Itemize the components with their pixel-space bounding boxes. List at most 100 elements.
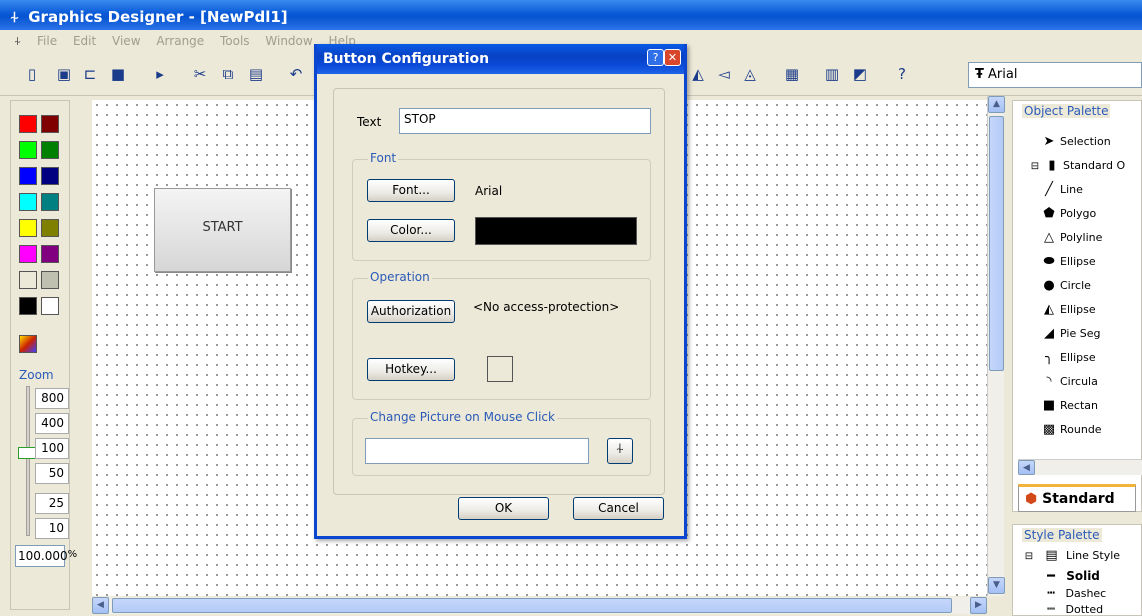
authorization-button[interactable]: Authorization xyxy=(367,300,455,323)
object-palette-item[interactable]: ⬬ Ellipse xyxy=(1041,251,1095,273)
browse-picture-icon[interactable]: ⍭ xyxy=(607,438,633,464)
color-swatch[interactable] xyxy=(19,271,37,289)
object-palette-item[interactable]: ⬟ Polygo xyxy=(1041,203,1096,225)
object-palette-item-label: Circle xyxy=(1060,279,1091,292)
object-palette-scrollbar[interactable]: ◀ xyxy=(1018,459,1142,475)
object-palette-item[interactable]: ◝ Circula xyxy=(1041,371,1097,393)
object-palette-item[interactable]: ⊟ ▮ Standard O xyxy=(1029,155,1125,177)
object-palette-item[interactable]: ■ Rectan xyxy=(1041,395,1098,417)
zoom-slider-track[interactable] xyxy=(26,386,30,536)
menu-window[interactable]: Window xyxy=(265,34,312,48)
scroll-left-icon[interactable]: ◀ xyxy=(92,597,109,614)
folder-icon: ▮ xyxy=(1048,158,1056,173)
help-pointer-icon[interactable]: ? xyxy=(892,63,912,85)
open-icon[interactable]: ⊏ xyxy=(80,63,100,85)
zoom-800[interactable]: 800 xyxy=(35,388,69,409)
color-swatch[interactable] xyxy=(19,245,37,263)
color-swatch[interactable] xyxy=(19,297,37,315)
ok-button[interactable]: OK xyxy=(458,497,549,520)
object-palette-item-label: Polyline xyxy=(1060,231,1103,244)
mirror-icon[interactable]: ◭ xyxy=(688,63,708,85)
new-icon[interactable]: ▯ xyxy=(22,63,42,85)
color-swatch[interactable] xyxy=(41,193,59,211)
color-swatch[interactable] xyxy=(41,141,59,159)
object-palette-item[interactable]: ◢ Pie Seg xyxy=(1041,323,1100,345)
scroll-down-icon[interactable]: ▼ xyxy=(988,577,1005,594)
color-swatch[interactable] xyxy=(19,115,37,133)
zoom-value: 100.000 xyxy=(18,549,68,563)
object-palette-item[interactable]: ╮ Ellipse xyxy=(1041,347,1096,369)
scroll-up-icon[interactable]: ▲ xyxy=(988,96,1005,113)
menu-tools[interactable]: Tools xyxy=(220,34,250,48)
picture-group-title: Change Picture on Mouse Click xyxy=(368,410,557,424)
zoom-400[interactable]: 400 xyxy=(35,413,69,434)
collapse-icon: ⊟ xyxy=(1024,551,1034,562)
object-palette-item[interactable]: △ Polyline xyxy=(1041,227,1102,249)
color-swatch[interactable] xyxy=(19,167,37,185)
tab-standard[interactable]: ⬢ Standard xyxy=(1018,484,1136,512)
zoom-25[interactable]: 25 xyxy=(35,493,69,514)
color-swatch[interactable] xyxy=(41,219,59,237)
hotkey-button[interactable]: Hotkey... xyxy=(367,358,455,381)
font-selector[interactable]: Ŧ Arial xyxy=(968,62,1142,88)
menu-view[interactable]: View xyxy=(112,34,140,48)
menu-arrange[interactable]: Arrange xyxy=(156,34,204,48)
undo-icon[interactable]: ↶ xyxy=(286,63,306,85)
canvas-horizontal-scrollbar[interactable]: ◀ ▶ xyxy=(92,597,987,614)
menu-edit[interactable]: Edit xyxy=(73,34,96,48)
operation-group-title: Operation xyxy=(368,270,432,284)
zoom-value-field[interactable]: 100.000% xyxy=(15,545,77,567)
new-template-icon[interactable]: ▣ xyxy=(54,63,74,85)
close-icon[interactable]: ✕ xyxy=(664,49,681,66)
paste-icon[interactable]: ▤ xyxy=(246,63,266,85)
object-palette-item[interactable]: ╱ Line xyxy=(1041,179,1083,201)
color-swatch[interactable] xyxy=(41,245,59,263)
font-button[interactable]: Font... xyxy=(367,179,455,202)
cut-icon[interactable]: ✂ xyxy=(190,63,210,85)
menu-app-icon[interactable]: ⍭ xyxy=(14,34,21,48)
color-swatch[interactable] xyxy=(41,297,59,315)
text-input[interactable]: STOP xyxy=(399,108,651,134)
library-icon[interactable]: ◩ xyxy=(850,63,870,85)
color-swatch[interactable] xyxy=(41,167,59,185)
rotate-icon[interactable]: ◅ xyxy=(714,63,734,85)
zoom-slider-thumb[interactable] xyxy=(18,447,36,459)
object-palette-item-label: Rectan xyxy=(1060,399,1098,412)
zoom-10[interactable]: 10 xyxy=(35,518,69,539)
style-dotted[interactable]: ┉ Dotted xyxy=(1043,599,1103,616)
color-swatch[interactable] xyxy=(41,271,59,289)
horizontal-scroll-thumb[interactable] xyxy=(112,598,952,613)
cancel-button[interactable]: Cancel xyxy=(573,497,664,520)
save-icon[interactable]: ■ xyxy=(108,63,128,85)
style-tree-line-style[interactable]: ⊟ ▤ Line Style xyxy=(1021,545,1120,567)
picture-input[interactable] xyxy=(365,438,589,464)
zoom-100[interactable]: 100 xyxy=(35,438,69,459)
run-icon[interactable]: ▸ xyxy=(150,63,170,85)
color-button[interactable]: Color... xyxy=(367,219,455,242)
color-swatch[interactable] xyxy=(19,219,37,237)
align-icon[interactable]: ◬ xyxy=(740,63,760,85)
copy-icon[interactable]: ⧉ xyxy=(218,63,238,85)
palette-scroll-left-icon[interactable]: ◀ xyxy=(1018,460,1035,475)
object-palette-title: Object Palette xyxy=(1022,104,1111,118)
collapse-icon[interactable]: ⊟ xyxy=(1029,156,1041,178)
object-palette-item[interactable]: ▩ Rounde xyxy=(1041,419,1102,441)
vertical-scroll-thumb[interactable] xyxy=(989,116,1004,371)
menu-file[interactable]: File xyxy=(37,34,57,48)
color-swatch[interactable] xyxy=(19,141,37,159)
properties-icon[interactable]: ▥ xyxy=(822,63,842,85)
start-button-object[interactable]: START xyxy=(154,188,291,272)
zoom-50[interactable]: 50 xyxy=(35,463,69,484)
scroll-right-icon[interactable]: ▶ xyxy=(970,597,987,614)
color-swatch[interactable] xyxy=(19,193,37,211)
ellipse-arc-icon: ╮ xyxy=(1045,350,1053,365)
object-palette-item[interactable]: ➤ Selection xyxy=(1041,131,1111,153)
object-palette-item[interactable]: ● Circle xyxy=(1041,275,1091,297)
dialog-title-bar[interactable]: Button Configuration xyxy=(317,44,684,74)
help-icon[interactable]: ? xyxy=(647,49,664,66)
color-swatch[interactable] xyxy=(41,115,59,133)
canvas-vertical-scrollbar[interactable]: ▲ ▼ xyxy=(987,96,1005,596)
layer-icon[interactable]: ▦ xyxy=(782,63,802,85)
palette-icon[interactable] xyxy=(19,335,37,353)
object-palette-item[interactable]: ◭ Ellipse xyxy=(1041,299,1096,321)
